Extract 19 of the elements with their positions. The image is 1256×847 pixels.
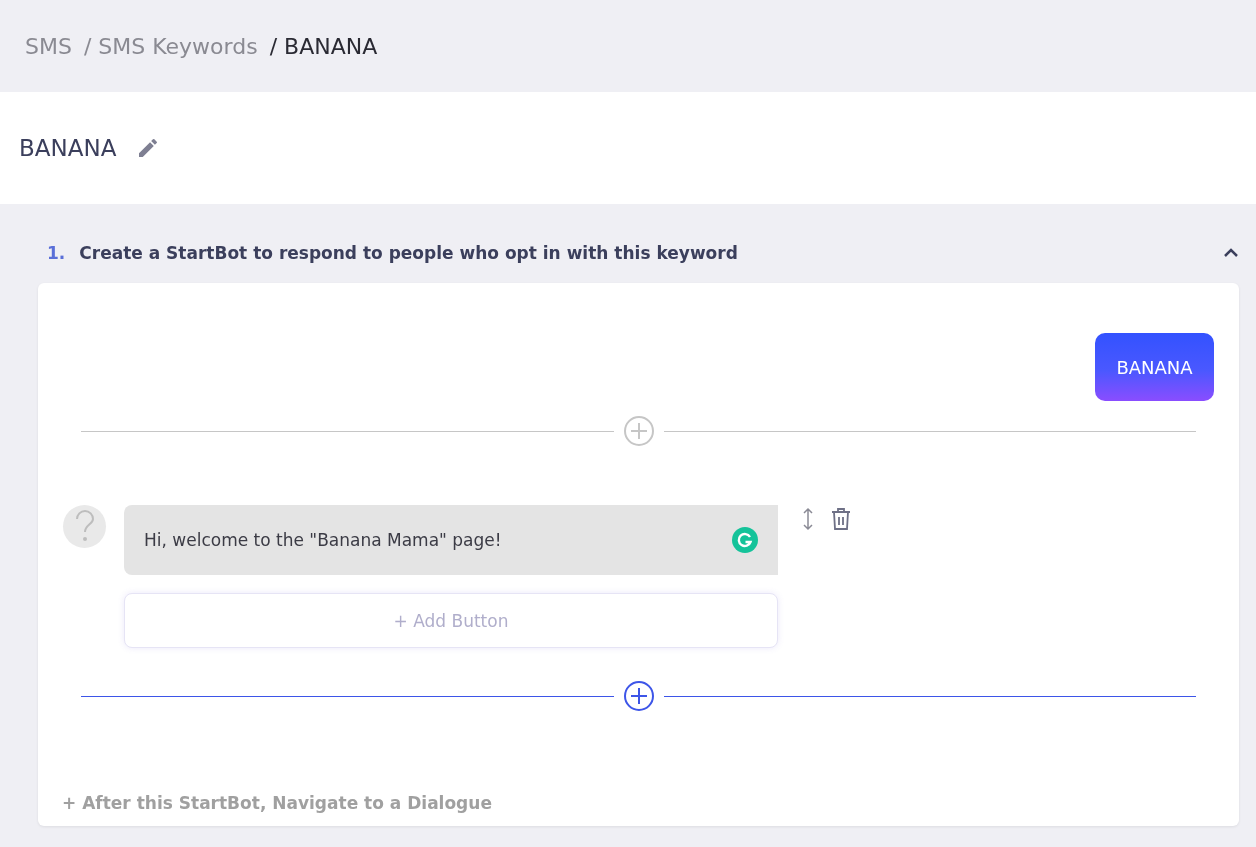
navigate-link[interactable]: + After this StartBot, Navigate to a Dialogue	[62, 793, 1196, 813]
breadcrumb-current: / BANANA	[269, 33, 378, 59]
reorder-handle[interactable]	[802, 507, 814, 531]
add-step-button[interactable]	[623, 681, 654, 711]
vertical-arrows-icon	[802, 507, 814, 531]
plus-icon	[629, 687, 648, 705]
breadcrumb-link[interactable]: SMS	[25, 33, 72, 59]
grammar-check-icon	[732, 527, 758, 553]
avatar-icon	[63, 505, 106, 548]
trash-icon	[830, 507, 852, 531]
step-number: 1.	[47, 243, 66, 263]
breadcrumb-link[interactable]: / SMS Keywords	[83, 33, 258, 59]
delete-button[interactable]	[830, 507, 852, 531]
add-button[interactable]: + Add Button	[124, 593, 778, 648]
message-field[interactable]: Hi, welcome to the "Banana Mama" page!	[124, 505, 778, 575]
keyword-bubble: BANANA	[1095, 333, 1214, 401]
page-title: BANANA	[19, 135, 117, 161]
plus-icon	[629, 422, 648, 440]
section-title: Create a StartBot to respond to people who opt in with this keyword	[79, 243, 739, 263]
